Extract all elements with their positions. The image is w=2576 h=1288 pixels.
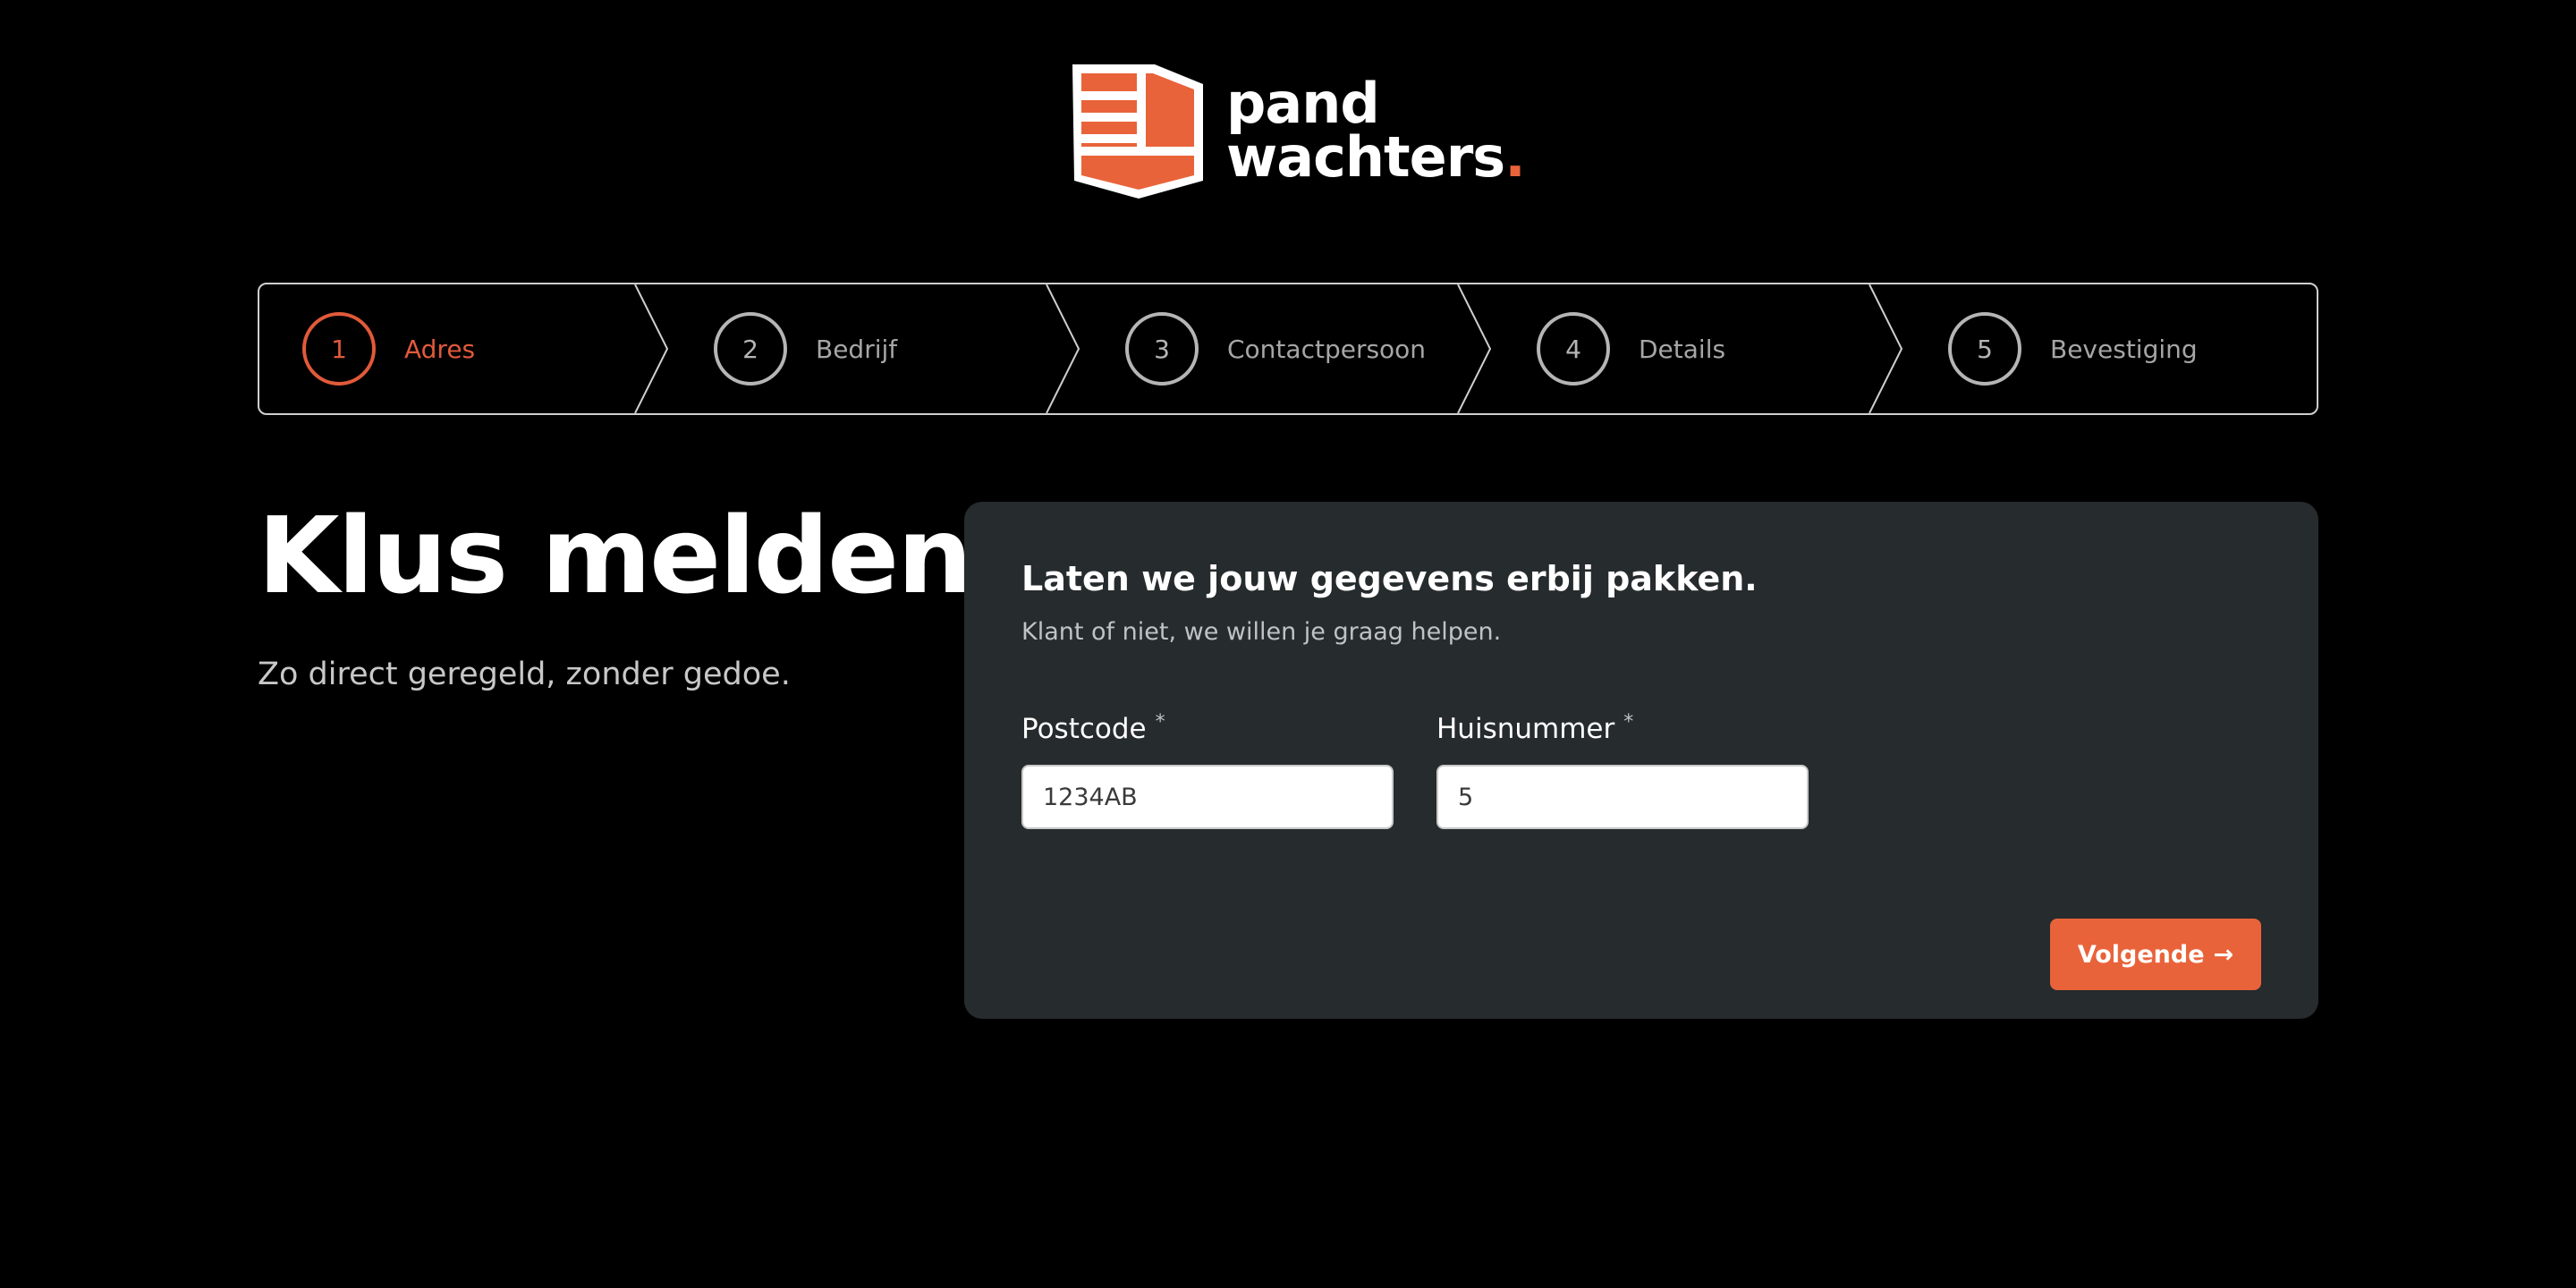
step-bevestiging[interactable]: 5 Bevestiging [1948, 284, 2198, 413]
huisnummer-label: Huisnummer * [1436, 713, 1809, 756]
step-label: Bevestiging [2050, 334, 2198, 364]
postcode-input[interactable] [1021, 765, 1394, 829]
step-number: 2 [714, 312, 787, 386]
step-number: 5 [1948, 312, 2021, 386]
brand-wordmark: pand wachters. [1226, 71, 1526, 185]
huisnummer-field-group: Huisnummer * [1436, 713, 1809, 829]
step-adres[interactable]: 1 Adres [302, 284, 475, 413]
step-details[interactable]: 4 Details [1537, 284, 1725, 413]
huisnummer-label-text: Huisnummer [1436, 713, 1615, 745]
page-title: Klus melden [258, 494, 972, 617]
postcode-label: Postcode * [1021, 713, 1394, 756]
step-bedrijf[interactable]: 2 Bedrijf [714, 284, 897, 413]
arrow-right-icon: → [2213, 940, 2234, 969]
next-button[interactable]: Volgende → [2050, 919, 2261, 990]
address-form-card: Laten we jouw gegevens erbij pakken. Kla… [964, 502, 2318, 1019]
progress-stepper: 1 Adres 2 Bedrijf 3 Contactpersoon 4 Det… [258, 283, 2318, 415]
required-marker: * [1155, 711, 1165, 733]
step-number: 3 [1125, 312, 1199, 386]
page: pand wachters. 1 Adres 2 Bedrijf 3 Conta… [0, 0, 2576, 1288]
page-subtitle: Zo direct geregeld, zonder gedoe. [258, 657, 791, 692]
form-title: Laten we jouw gegevens erbij pakken. [1021, 559, 1758, 598]
form-subtitle: Klant of niet, we willen je graag helpen… [1021, 618, 1502, 646]
brand-name-line1: pand [1226, 71, 1380, 136]
step-number: 4 [1537, 312, 1610, 386]
step-label: Details [1639, 334, 1726, 364]
required-marker: * [1623, 711, 1634, 733]
postcode-label-text: Postcode [1021, 713, 1147, 745]
huisnummer-input[interactable] [1436, 765, 1809, 829]
brand-name-line2: wachters [1226, 124, 1505, 190]
step-number: 1 [302, 312, 376, 386]
step-contactpersoon[interactable]: 3 Contactpersoon [1125, 284, 1426, 413]
step-label: Bedrijf [816, 334, 898, 364]
brand-name-dot: . [1504, 124, 1526, 190]
postcode-field-group: Postcode * [1021, 713, 1394, 829]
brand-logo[interactable]: pand wachters. [1071, 63, 1526, 199]
step-label: Adres [404, 334, 476, 364]
building-shield-icon [1072, 64, 1203, 199]
next-button-label: Volgende [2077, 940, 2205, 969]
step-label: Contactpersoon [1227, 334, 1427, 364]
